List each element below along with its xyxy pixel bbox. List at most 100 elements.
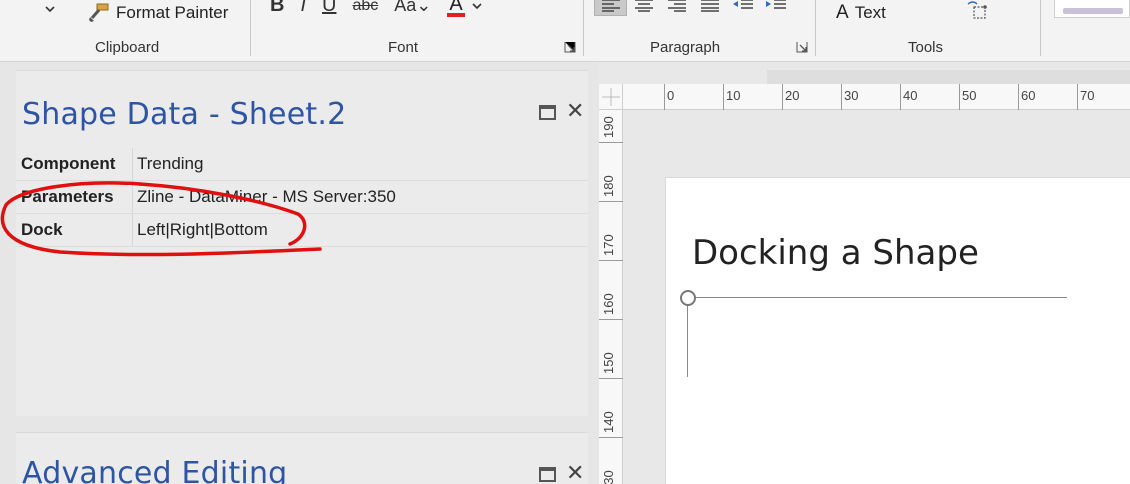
ruler-tick — [599, 201, 623, 202]
ruler-tick — [959, 84, 960, 110]
format-painter-label: Format Painter — [116, 3, 229, 22]
ruler-label: 170 — [601, 234, 616, 256]
ruler-tick — [782, 84, 783, 110]
chevron-down-icon — [45, 6, 55, 13]
property-name: Component — [21, 154, 116, 173]
styles-gallery[interactable] — [1054, 0, 1130, 18]
selected-shape[interactable] — [687, 297, 1067, 377]
property-value[interactable]: Left|Right|Bottom — [137, 220, 268, 240]
ribbon-separator — [815, 0, 816, 56]
ruler-tick — [900, 84, 901, 110]
property-name: Dock — [21, 220, 63, 239]
ribbon-separator — [250, 0, 251, 56]
ruler-tick — [599, 319, 623, 320]
canvas-top-strip — [767, 70, 1130, 84]
ribbon: Format Painter Clipboard B I U abc Aa⌄ A… — [0, 0, 1130, 62]
ruler-corner — [599, 84, 623, 110]
ruler-label: 190 — [601, 116, 616, 138]
paragraph-align-buttons — [594, 0, 792, 16]
dialog-launcher-icon[interactable] — [564, 41, 576, 53]
clipboard-group-label: Clipboard — [95, 39, 160, 56]
dialog-launcher-icon[interactable] — [796, 41, 808, 53]
align-left-button[interactable] — [594, 0, 627, 16]
ruler-label: 50 — [962, 88, 977, 103]
ruler-label: 40 — [903, 88, 918, 103]
column-divider — [132, 214, 133, 246]
connection-point-button[interactable] — [965, 0, 991, 22]
shape-data-panel-controls: ✕ — [539, 101, 584, 123]
justify-icon — [700, 0, 719, 12]
advanced-editing-title: Advanced Editing — [22, 456, 288, 484]
advanced-editing-panel: Advanced Editing ✕ — [16, 432, 588, 484]
align-right-icon — [667, 0, 686, 12]
change-case-icon[interactable]: Aa⌄ — [394, 0, 431, 16]
ruler-tick — [599, 260, 623, 261]
align-right-button[interactable] — [660, 0, 693, 16]
decrease-indent-button[interactable] — [726, 0, 759, 16]
advanced-panel-controls: ✕ — [539, 463, 584, 484]
property-value[interactable]: Zline - DataMiner - MS Server:350 — [137, 187, 396, 207]
paragraph-group-label: Paragraph — [650, 39, 721, 56]
align-left-icon — [601, 0, 620, 12]
text-tool-label: Text — [854, 3, 886, 22]
column-divider — [132, 148, 133, 180]
horizontal-ruler[interactable]: 0 10 20 30 40 50 60 70 — [623, 84, 1130, 110]
ruler-label: 140 — [601, 411, 616, 433]
ruler-tick — [1018, 84, 1019, 110]
format-painter-button[interactable]: Format Painter — [88, 3, 228, 23]
ruler-tick — [1077, 84, 1078, 110]
ruler-tick — [599, 437, 623, 438]
paintbrush-icon — [89, 3, 109, 22]
close-icon[interactable]: ✕ — [566, 463, 584, 484]
table-row[interactable]: Component Trending — [16, 148, 588, 181]
justify-button[interactable] — [693, 0, 726, 16]
style-swatch — [1063, 8, 1123, 14]
ruler-label: 70 — [1080, 88, 1095, 103]
ruler-label: 10 — [726, 88, 741, 103]
shape-data-panel: Shape Data - Sheet.2 ✕ Component Trendin… — [16, 70, 588, 416]
column-divider — [132, 181, 133, 213]
ruler-tick — [599, 142, 623, 143]
decrease-indent-icon — [732, 0, 753, 9]
strikethrough-icon[interactable]: abc — [352, 0, 378, 15]
ruler-tick — [841, 84, 842, 110]
ruler-label: 160 — [601, 293, 616, 315]
chevron-down-icon[interactable] — [471, 1, 483, 11]
ruler-label: 60 — [1021, 88, 1036, 103]
connection-point-icon — [967, 1, 987, 19]
drawing-canvas-area: 0 10 20 30 40 50 60 70 190 180 170 160 150 140 130 Do… — [599, 62, 1130, 484]
increase-indent-button[interactable] — [759, 0, 792, 16]
underline-icon[interactable]: U — [322, 0, 336, 17]
property-value[interactable]: Trending — [137, 154, 203, 174]
ruler-tick — [723, 84, 724, 110]
ruler-label: 130 — [601, 470, 616, 484]
bold-icon[interactable]: B — [270, 0, 284, 17]
restore-window-icon[interactable] — [539, 104, 556, 120]
font-color-icon[interactable]: A — [447, 0, 465, 17]
text-tool-icon: A — [836, 2, 849, 23]
ruler-label: 30 — [844, 88, 859, 103]
align-center-icon — [634, 0, 653, 12]
task-pane-area: Shape Data - Sheet.2 ✕ Component Trendin… — [10, 62, 595, 484]
table-row[interactable]: Parameters Zline - DataMiner - MS Server… — [16, 181, 588, 214]
text-tool-button[interactable]: A Text — [836, 2, 886, 24]
property-name: Parameters — [21, 187, 114, 206]
ruler-tick — [664, 84, 665, 110]
canvas-text-shape[interactable]: Docking a Shape — [692, 233, 979, 273]
shape-data-title: Shape Data - Sheet.2 — [22, 97, 347, 132]
align-center-button[interactable] — [627, 0, 660, 16]
paste-dropdown-chevron[interactable] — [44, 4, 56, 14]
vertical-ruler[interactable]: 190 180 170 160 150 140 130 — [599, 110, 623, 484]
font-format-buttons: B I U abc Aa⌄ A — [270, 0, 483, 17]
ruler-tick — [599, 378, 623, 379]
rotation-handle[interactable] — [680, 290, 696, 306]
ribbon-separator — [1040, 0, 1041, 56]
increase-indent-icon — [765, 0, 786, 9]
table-row[interactable]: Dock Left|Right|Bottom — [16, 214, 588, 247]
italic-icon[interactable]: I — [300, 0, 306, 17]
shape-data-table: Component Trending Parameters Zline - Da… — [16, 148, 588, 247]
close-icon[interactable]: ✕ — [566, 101, 584, 123]
tools-group-label: Tools — [908, 39, 944, 56]
restore-window-icon[interactable] — [539, 466, 556, 482]
ruler-label: 150 — [601, 352, 616, 374]
